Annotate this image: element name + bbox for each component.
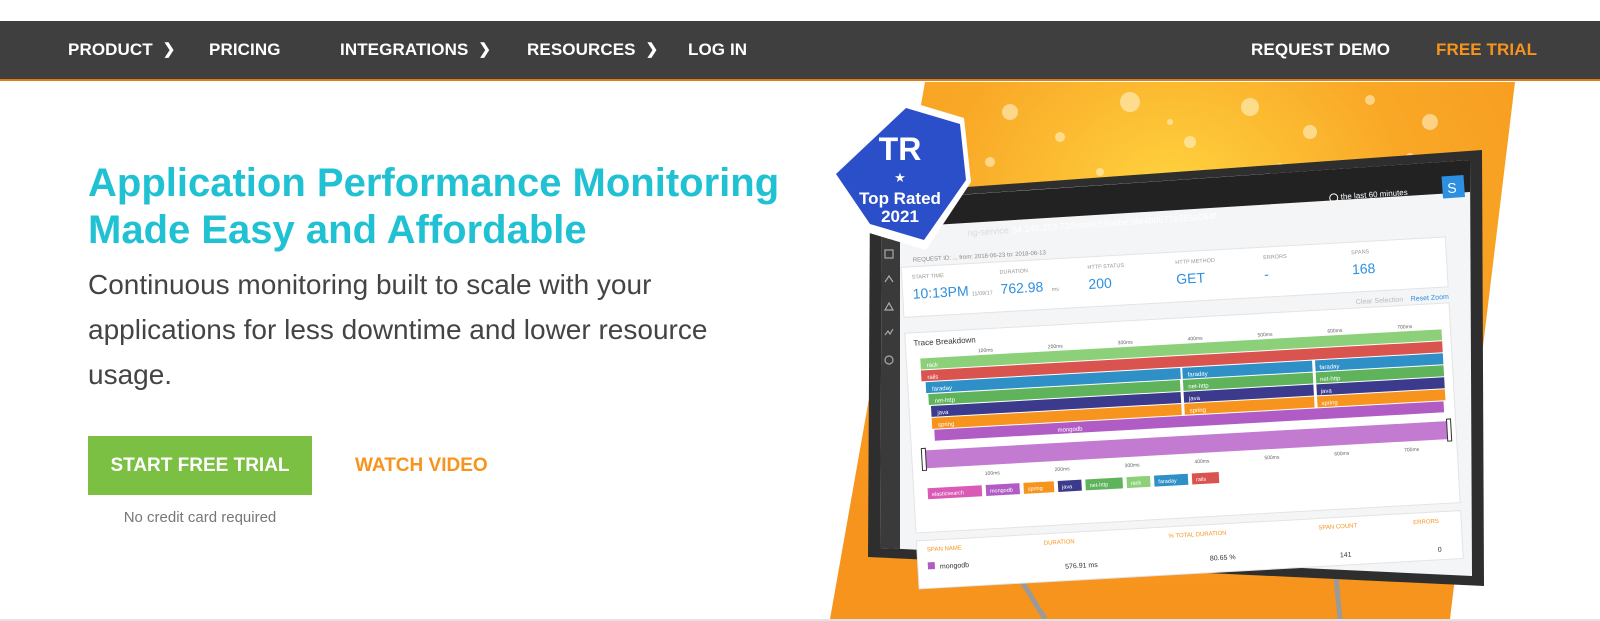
legend-label: rack (1131, 480, 1142, 487)
tick-label: 200ms (1048, 343, 1064, 350)
tick-label: 200ms (1055, 466, 1071, 473)
no-credit-card-note: No credit card required (123, 509, 277, 526)
svg-text:141: 141 (1340, 552, 1352, 560)
hero-title: Application Performance Monitoring Made … (88, 160, 808, 254)
tick-label: 300ms (1118, 340, 1134, 347)
legend-label: mongodb (990, 487, 1013, 494)
top-strip (0, 0, 1600, 21)
metric-value: GET (1176, 269, 1206, 287)
legend-label: net-http (1090, 482, 1109, 489)
svg-text:net-http: net-http (935, 398, 956, 405)
chevron-right-icon: ❯ (478, 41, 492, 58)
svg-text:faraday: faraday (1187, 371, 1207, 378)
legend-label: faraday (1158, 478, 1177, 485)
metric-unit: ms (1051, 287, 1059, 293)
request-demo-label: REQUEST DEMO (1251, 40, 1391, 59)
metric-value: 200 (1088, 275, 1112, 292)
tick-label: 100ms (978, 347, 994, 354)
tick-label: 600ms (1327, 328, 1343, 335)
tick-label: 600ms (1334, 451, 1350, 458)
nav-pricing[interactable]: PRICING (209, 21, 281, 79)
free-trial-label: FREE TRIAL (1436, 40, 1538, 59)
svg-text:faraday: faraday (1319, 364, 1339, 371)
svg-text:spring: spring (938, 422, 955, 429)
svg-text:rails: rails (927, 374, 938, 381)
nav-integrations-label: INTEGRATIONS (340, 40, 469, 59)
metric-unit: 11/09/17 (972, 290, 993, 297)
nav-product-label: PRODUCT (68, 40, 153, 59)
tick-label: 500ms (1257, 332, 1273, 339)
svg-text:java: java (1320, 389, 1333, 396)
nav-login-label: LOG IN (688, 40, 748, 59)
badge-line1: Top Rated (859, 189, 941, 208)
metric-value: 168 (1352, 260, 1376, 277)
nav-pricing-label: PRICING (209, 40, 281, 59)
metric-value: 10:13PM (912, 283, 969, 302)
request-demo-link[interactable]: REQUEST DEMO (1251, 21, 1390, 79)
mongodb-swatch (927, 561, 936, 570)
start-free-trial-button[interactable]: START FREE TRIAL (88, 436, 312, 495)
svg-text:java: java (1188, 396, 1201, 403)
svg-text:java: java (936, 410, 949, 417)
tick-label: 400ms (1194, 458, 1210, 465)
main-navigation: PRODUCT ❯ PRICING INTEGRATIONS ❯ RESOURCES… (0, 21, 1600, 81)
badge-logo: TR (879, 131, 922, 167)
tick-label: 700ms (1404, 447, 1420, 454)
nav-login[interactable]: LOG IN (688, 21, 747, 79)
legend-label: java (1061, 484, 1073, 491)
hero-title-line1: Application Performance Monitoring (88, 161, 780, 205)
overview-handle-right[interactable] (1445, 418, 1453, 442)
tick-label: 700ms (1397, 324, 1413, 331)
nav-resources[interactable]: RESOURCES ❯ (527, 21, 658, 79)
hero-title-line2: Made Easy and Affordable (88, 208, 587, 252)
star-icon: ★ (894, 170, 906, 185)
tick-label: 100ms (985, 470, 1001, 477)
tick-label: 400ms (1187, 336, 1203, 343)
badge-line2: 2021 (881, 207, 919, 226)
legend-label: rails (1196, 477, 1207, 484)
free-trial-link[interactable]: FREE TRIAL (1436, 21, 1537, 79)
svg-text:net-http: net-http (1320, 376, 1341, 383)
svg-text:spring: spring (1189, 408, 1206, 415)
metric-value: 762.98 (1000, 278, 1044, 296)
tick-label: 300ms (1124, 462, 1140, 469)
nav-product[interactable]: PRODUCT ❯ (68, 21, 175, 79)
chevron-right-icon: ❯ (645, 41, 659, 58)
avatar-letter: S (1447, 180, 1457, 197)
svg-text:spring: spring (1321, 400, 1338, 407)
svg-text:0: 0 (1438, 547, 1442, 554)
dashboard-sidebar (880, 199, 900, 549)
svg-text:80.65 %: 80.65 % (1210, 554, 1236, 562)
metric-label: SPANS (1351, 249, 1370, 256)
hero-subtitle: Continuous monitoring built to scale wit… (88, 269, 708, 390)
hero-illustration: ng-service 54.145.253.72/hotels/59a6be58… (830, 82, 1515, 619)
nav-integrations[interactable]: INTEGRATIONS ❯ (340, 21, 491, 79)
svg-text:rack: rack (927, 362, 940, 369)
overview-handle-left[interactable] (920, 447, 928, 472)
nav-resources-label: RESOURCES (527, 40, 636, 59)
svg-text:net-http: net-http (1188, 383, 1209, 390)
chevron-right-icon: ❯ (162, 41, 176, 58)
legend-label: spring (1028, 486, 1043, 493)
tick-label: 500ms (1264, 455, 1280, 462)
watch-video-button[interactable]: WATCH VIDEO (355, 436, 488, 495)
svg-text:faraday: faraday (932, 386, 952, 393)
